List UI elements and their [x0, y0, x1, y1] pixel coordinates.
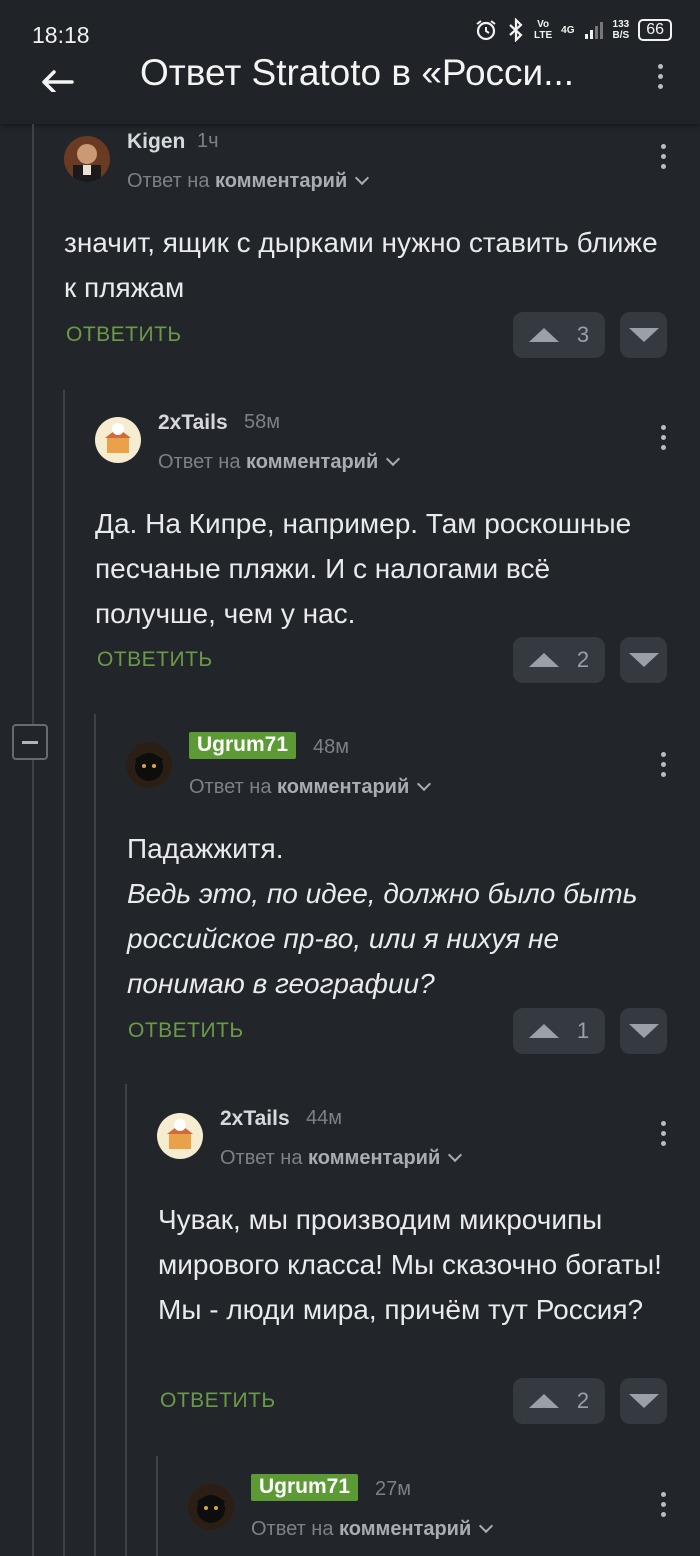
avatar[interactable]: [95, 417, 141, 463]
signal-4g-label: 4G: [561, 24, 575, 36]
comment-menu-icon[interactable]: [661, 144, 666, 169]
chevron-down-icon: [355, 170, 370, 186]
comment-menu-icon[interactable]: [661, 1492, 666, 1517]
downvote-button[interactable]: [620, 637, 667, 683]
comment-text: Падажжитя. Ведь это, по идее, должно был…: [127, 826, 672, 1006]
signal-icon: [584, 22, 603, 39]
avatar[interactable]: [64, 136, 110, 182]
thread-line-level-1: [63, 390, 65, 1556]
reply-to-link[interactable]: Ответ на комментарий: [189, 776, 432, 799]
arrow-down-icon: [628, 1024, 659, 1038]
reply-to-link[interactable]: Ответ на комментарий: [220, 1147, 463, 1170]
avatar[interactable]: [126, 742, 172, 788]
thread-line-level-2: [94, 714, 96, 1556]
status-icons: Vo LTE 4G 133 B/S 66: [474, 18, 672, 42]
upvote-button[interactable]: 2: [513, 637, 605, 683]
upvote-button[interactable]: 1: [513, 1008, 605, 1054]
reply-button[interactable]: ОТВЕТИТЬ: [66, 323, 182, 347]
comment-time: 58м: [244, 411, 280, 433]
arrow-down-icon: [628, 653, 659, 667]
avatar[interactable]: [157, 1113, 203, 1159]
thread-line-level-4: [156, 1456, 158, 1556]
comment-author[interactable]: 2xTails: [220, 1107, 290, 1131]
page-title: Ответ Stratoto в «Росси...: [140, 52, 575, 93]
comment-time: 1ч: [197, 130, 219, 152]
reply-to-link[interactable]: Ответ на комментарий: [251, 1518, 494, 1541]
rating-count: 2: [576, 1388, 590, 1413]
downvote-button[interactable]: [620, 1008, 667, 1054]
thread-line-level-3: [125, 1084, 127, 1556]
bluetooth-icon: [509, 18, 523, 42]
net-speed: 133 B/S: [612, 19, 630, 41]
avatar[interactable]: [188, 1484, 234, 1530]
more-vert-icon[interactable]: [650, 64, 670, 94]
arrow-down-icon: [628, 328, 659, 342]
comment-text: Да. На Кипре, например. Там роскошные пе…: [95, 508, 632, 629]
comment-text: Чувак, мы производим микрочипы мирового …: [158, 1204, 662, 1325]
thread-line-level-0: [32, 124, 34, 724]
comment-text-plain: Падажжитя.: [127, 833, 284, 864]
downvote-button[interactable]: [620, 1378, 667, 1424]
arrow-up-icon: [528, 328, 559, 342]
comment-menu-icon[interactable]: [661, 425, 666, 450]
arrow-up-icon: [528, 1394, 559, 1408]
reply-button[interactable]: ОТВЕТИТЬ: [97, 648, 213, 672]
comment-time: 27м: [375, 1478, 411, 1500]
app-bar: Ответ Stratoto в «Росси...: [0, 44, 700, 124]
comment-text-italic: Ведь это, по идее, должно было быть росс…: [127, 878, 638, 999]
rating-count: 2: [576, 647, 590, 672]
chevron-down-icon: [417, 776, 432, 792]
comment-menu-icon[interactable]: [661, 1121, 666, 1146]
back-arrow-icon: [42, 70, 74, 94]
comment-author[interactable]: 2xTails: [158, 411, 228, 435]
battery-indicator: 66: [638, 19, 672, 41]
comment-author[interactable]: Ugrum71: [189, 732, 297, 759]
chevron-down-icon: [479, 1518, 494, 1534]
downvote-button[interactable]: [620, 312, 667, 358]
reply-button[interactable]: ОТВЕТИТЬ: [128, 1019, 244, 1043]
comment-time: 48м: [313, 736, 349, 758]
back-button[interactable]: [34, 52, 84, 94]
rating-count: 3: [576, 322, 590, 347]
comment-author[interactable]: Ugrum71: [251, 1474, 359, 1501]
thread-line-level-0b: [32, 760, 34, 1556]
rating-count: 1: [576, 1018, 590, 1043]
reply-button[interactable]: ОТВЕТИТЬ: [160, 1389, 276, 1413]
volte-indicator: Vo LTE: [534, 19, 553, 41]
reply-to-link[interactable]: Ответ на комментарий: [158, 451, 401, 474]
comment-menu-icon[interactable]: [661, 752, 666, 777]
chevron-down-icon: [448, 1147, 463, 1163]
reply-to-link[interactable]: Ответ на комментарий: [127, 170, 370, 193]
arrow-up-icon: [528, 653, 559, 667]
upvote-button[interactable]: 3: [513, 312, 605, 358]
collapse-thread-button[interactable]: [12, 724, 48, 760]
chevron-down-icon: [386, 451, 401, 467]
arrow-up-icon: [528, 1024, 559, 1038]
comment-time: 44м: [306, 1107, 342, 1129]
comment-text: значит, ящик с дырками нужно ставить бли…: [64, 227, 658, 303]
comment-author[interactable]: Kigen: [127, 130, 185, 154]
upvote-button[interactable]: 2: [513, 1378, 605, 1424]
arrow-down-icon: [628, 1394, 659, 1408]
alarm-icon: [476, 20, 496, 41]
